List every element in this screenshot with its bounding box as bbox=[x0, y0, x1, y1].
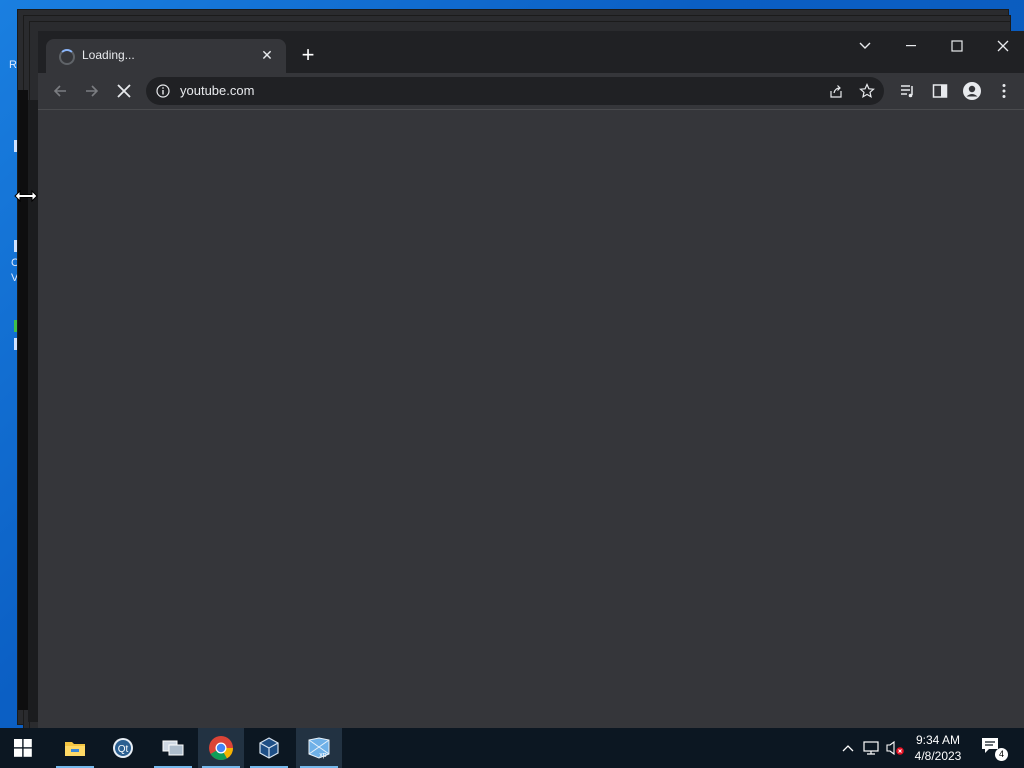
taskbar-virtualbox[interactable] bbox=[246, 728, 292, 768]
maximize-icon bbox=[951, 40, 963, 52]
tab-close-button[interactable]: ✕ bbox=[258, 46, 276, 64]
close-icon bbox=[117, 84, 131, 98]
clock-date: 4/8/2023 bbox=[914, 749, 962, 763]
start-button[interactable] bbox=[0, 728, 46, 768]
more-vertical-icon bbox=[1002, 84, 1006, 98]
network-tray-button[interactable] bbox=[861, 738, 881, 758]
windows-logo-icon bbox=[14, 739, 32, 757]
taskbar-file-explorer[interactable] bbox=[52, 728, 98, 768]
taskbar-chrome[interactable] bbox=[198, 728, 244, 768]
star-icon[interactable] bbox=[859, 83, 875, 99]
new-tab-button[interactable]: + bbox=[296, 44, 320, 68]
profile-button[interactable] bbox=[960, 79, 984, 103]
tab-youtube[interactable]: Loading... ✕ bbox=[46, 39, 286, 73]
virtualbox-icon bbox=[259, 737, 279, 759]
tab-search-button[interactable] bbox=[842, 33, 888, 59]
minimize-icon bbox=[906, 45, 916, 47]
side-panel-button[interactable] bbox=[928, 79, 952, 103]
folder-icon bbox=[65, 742, 85, 756]
maximize-button[interactable] bbox=[934, 33, 980, 59]
action-center-button[interactable]: 4 bbox=[980, 736, 1008, 761]
computer-network-icon bbox=[162, 740, 184, 756]
arrow-left-icon bbox=[53, 85, 66, 97]
window-edge bbox=[18, 90, 28, 710]
address-text[interactable]: youtube.com bbox=[180, 83, 254, 98]
notification-count-badge: 4 bbox=[995, 748, 1008, 761]
svg-text:xp: xp bbox=[319, 752, 327, 759]
taskbar-windows-xp-vm[interactable]: xp bbox=[296, 728, 342, 768]
chrome-icon bbox=[209, 736, 233, 761]
loading-spinner-icon bbox=[59, 49, 75, 65]
playlist-music-icon bbox=[901, 85, 913, 98]
svg-text:Qt: Qt bbox=[118, 744, 129, 755]
taskbar: Qt xp 9:34 AM 4/8/2023 4 bbox=[0, 728, 1024, 768]
page-content[interactable] bbox=[38, 110, 1024, 728]
profile-icon bbox=[963, 82, 981, 100]
close-icon bbox=[997, 40, 1009, 52]
side-panel-icon bbox=[932, 84, 948, 98]
address-bar[interactable]: youtube.com bbox=[146, 77, 884, 105]
taskbar-clock[interactable]: 9:34 AM 4/8/2023 bbox=[900, 732, 976, 764]
taskbar-qt[interactable]: Qt bbox=[100, 728, 146, 768]
browser-toolbar: youtube.com bbox=[38, 73, 1024, 110]
windows-xp-vm-icon: xp bbox=[308, 737, 330, 759]
browser-titlebar[interactable]: Loading... ✕ + bbox=[38, 31, 1024, 73]
qt-icon: Qt bbox=[113, 738, 133, 758]
stop-loading-button[interactable] bbox=[112, 79, 136, 103]
forward-button[interactable] bbox=[80, 79, 104, 103]
minimize-button[interactable] bbox=[888, 33, 934, 59]
back-button[interactable] bbox=[48, 79, 72, 103]
clock-time: 9:34 AM bbox=[915, 733, 961, 747]
chevron-up-icon bbox=[842, 745, 854, 752]
menu-button[interactable] bbox=[992, 79, 1016, 103]
tab-title: Loading... bbox=[82, 48, 135, 62]
desktop-icon-label[interactable]: R bbox=[9, 59, 17, 71]
media-control-button[interactable] bbox=[896, 79, 920, 103]
info-icon[interactable] bbox=[156, 84, 170, 98]
show-hidden-icons-button[interactable] bbox=[838, 738, 858, 758]
browser-window[interactable]: Loading... ✕ + youtube.com bbox=[38, 31, 1024, 728]
close-window-button[interactable] bbox=[980, 33, 1024, 59]
chevron-down-icon bbox=[859, 42, 871, 49]
taskbar-network-app[interactable] bbox=[150, 728, 196, 768]
arrow-right-icon bbox=[86, 85, 99, 97]
network-icon bbox=[863, 741, 879, 755]
share-icon[interactable] bbox=[828, 83, 844, 99]
resize-cursor-icon bbox=[14, 189, 38, 203]
